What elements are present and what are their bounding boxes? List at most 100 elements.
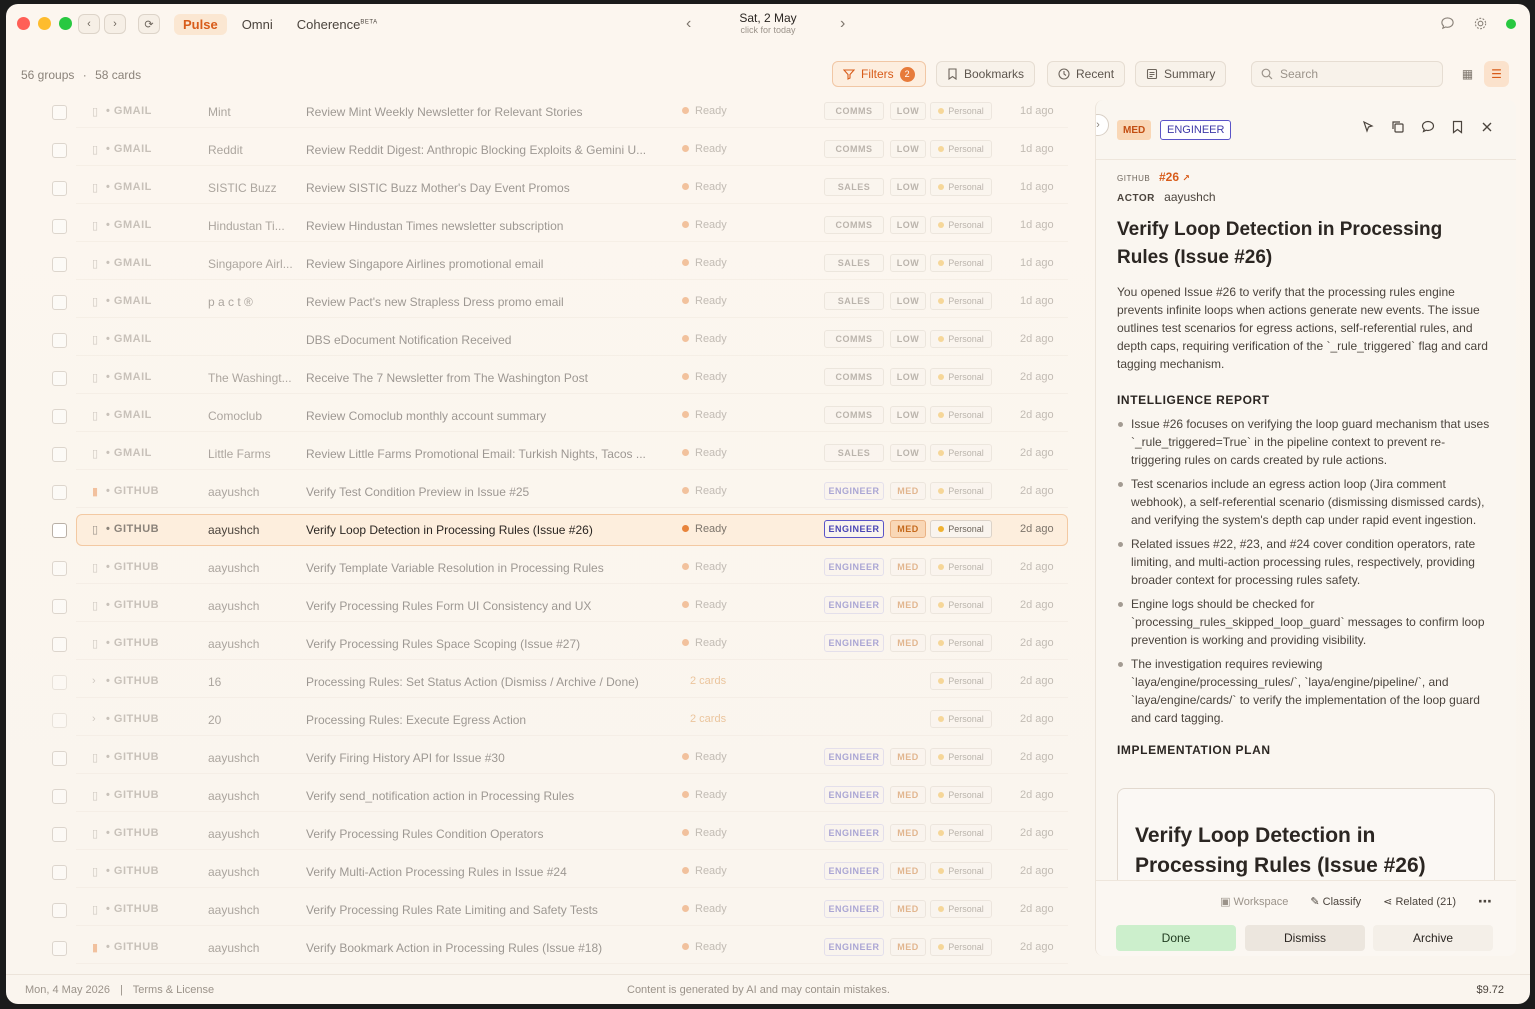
bookmark-icon[interactable]: ▯ <box>92 333 98 346</box>
row-card-count[interactable]: 2 cards <box>690 713 726 725</box>
row-title[interactable]: Review Mint Weekly Newsletter for Releva… <box>306 105 674 119</box>
row-title[interactable]: Verify Processing Rules Rate Limiting an… <box>306 903 674 917</box>
row-checkbox[interactable] <box>52 409 67 424</box>
dismiss-button[interactable]: Dismiss <box>1245 925 1365 951</box>
row-checkbox[interactable] <box>52 675 67 690</box>
table-row[interactable]: ▯ • GITHUB aayushch Verify send_notificatio… <box>6 777 1084 815</box>
row-checkbox[interactable] <box>52 295 67 310</box>
row-title[interactable]: Review Pact's new Strapless Dress promo … <box>306 295 674 309</box>
row-title[interactable]: Review Reddit Digest: Anthropic Blocking… <box>306 143 674 157</box>
table-row[interactable]: ▯ • GMAIL Comoclub Review Comoclub monthly … <box>6 397 1084 435</box>
row-title[interactable]: Processing Rules: Execute Egress Action <box>306 713 674 727</box>
close-icon[interactable] <box>1480 120 1494 134</box>
recent-button[interactable]: Recent <box>1047 61 1126 87</box>
table-row[interactable]: ▯ • GMAIL Little Farms Review Little Farms … <box>6 435 1084 473</box>
bookmark-icon[interactable]: ▯ <box>92 447 98 460</box>
bookmark-icon[interactable]: ▯ <box>92 599 98 612</box>
tab-omni[interactable]: Omni <box>233 14 282 35</box>
bookmark-icon[interactable]: ▯ <box>92 409 98 422</box>
related-link[interactable]: ⋖ Related (21) <box>1383 895 1456 908</box>
search-input[interactable]: Search <box>1251 61 1443 87</box>
chevron-right-icon[interactable]: › <box>92 675 96 687</box>
bookmark-icon[interactable]: ▮ <box>92 941 98 954</box>
table-row[interactable]: ▯ • GMAIL p a c t ® Review Pact's new Strap… <box>6 283 1084 321</box>
table-row[interactable]: ▮ • GITHUB aayushch Verify Bookmark Action … <box>6 929 1084 967</box>
date-picker[interactable]: Sat, 2 May click for today <box>736 11 800 35</box>
gear-icon[interactable] <box>1473 16 1488 31</box>
close-window-button[interactable] <box>17 17 30 30</box>
row-checkbox[interactable] <box>52 561 67 576</box>
row-checkbox[interactable] <box>52 485 67 500</box>
row-title[interactable]: Processing Rules: Set Status Action (Dis… <box>306 675 674 689</box>
table-row[interactable]: ▯ • GMAIL DBS eDocument Notification Recei… <box>6 321 1084 359</box>
table-row[interactable]: › • GITHUB 20 Processing Rules: Execute Egr… <box>6 701 1084 739</box>
bookmark-icon[interactable]: ▯ <box>92 637 98 650</box>
row-title[interactable]: DBS eDocument Notification Received <box>306 333 674 347</box>
tab-coherence[interactable]: CoherenceBETA <box>288 14 387 35</box>
filters-button[interactable]: Filters 2 <box>832 61 926 87</box>
table-row[interactable]: ▯ • GMAIL Reddit Review Reddit Digest: Anth… <box>6 131 1084 169</box>
row-checkbox[interactable] <box>52 865 67 880</box>
bookmark-icon[interactable]: ▯ <box>92 561 98 574</box>
row-checkbox[interactable] <box>52 181 67 196</box>
bookmark-icon[interactable]: ▯ <box>92 181 98 194</box>
row-checkbox[interactable] <box>52 789 67 804</box>
table-row[interactable]: › • GITHUB 16 Processing Rules: Set Status … <box>6 663 1084 701</box>
pointer-icon[interactable] <box>1361 120 1375 134</box>
row-checkbox[interactable] <box>52 447 67 462</box>
row-card-count[interactable]: 2 cards <box>690 675 726 687</box>
row-title[interactable]: Receive The 7 Newsletter from The Washin… <box>306 371 674 385</box>
row-title[interactable]: Verify Test Condition Preview in Issue #… <box>306 485 674 499</box>
table-row[interactable]: ▯ • GITHUB aayushch Verify Processing Rules… <box>6 815 1084 853</box>
row-checkbox[interactable] <box>52 333 67 348</box>
row-title[interactable]: Review Singapore Airlines promotional em… <box>306 257 674 271</box>
bookmark-icon[interactable]: ▯ <box>92 219 98 232</box>
row-title[interactable]: Verify Multi-Action Processing Rules in … <box>306 865 674 879</box>
row-title[interactable]: Verify Processing Rules Condition Operat… <box>306 827 674 841</box>
comment-icon[interactable] <box>1421 120 1435 134</box>
row-title[interactable]: Review Comoclub monthly account summary <box>306 409 674 423</box>
row-title[interactable]: Verify Firing History API for Issue #30 <box>306 751 674 765</box>
copy-icon[interactable] <box>1391 120 1405 134</box>
issue-link[interactable]: #26 ↗ <box>1159 170 1190 184</box>
bookmarks-button[interactable]: Bookmarks <box>936 61 1036 87</box>
done-button[interactable]: Done <box>1116 925 1236 951</box>
row-checkbox[interactable] <box>52 371 67 386</box>
row-checkbox[interactable] <box>52 523 67 538</box>
row-title[interactable]: Verify Template Variable Resolution in P… <box>306 561 674 575</box>
bookmark-icon[interactable]: ▯ <box>92 523 98 536</box>
minimize-window-button[interactable] <box>38 17 51 30</box>
table-row[interactable]: ▯ • GITHUB aayushch Verify Processing Rules… <box>6 587 1084 625</box>
table-row[interactable]: ▮ • GITHUB aayushch Verify Test Condition P… <box>6 473 1084 511</box>
table-row[interactable]: ▯ • GMAIL The Washingt... Receive The 7 New… <box>6 359 1084 397</box>
table-row[interactable]: ▯ • GMAIL Singapore Airl... Review Singapor… <box>6 245 1084 283</box>
bookmark-icon[interactable]: ▯ <box>92 295 98 308</box>
row-checkbox[interactable] <box>52 219 67 234</box>
table-row[interactable]: ▯ • GMAIL Hindustan Ti... Review Hindustan … <box>6 207 1084 245</box>
bookmark-icon[interactable]: ▯ <box>92 789 98 802</box>
back-button[interactable]: ‹ <box>78 14 100 34</box>
forward-button[interactable]: › <box>104 14 126 34</box>
row-title[interactable]: Verify Loop Detection in Processing Rule… <box>306 523 674 537</box>
row-checkbox[interactable] <box>52 105 67 120</box>
bookmark-icon[interactable]: ▯ <box>92 751 98 764</box>
workspace-link[interactable]: ▣ Workspace <box>1220 895 1288 908</box>
table-row[interactable]: ▯ • GITHUB aayushch Verify Processing Rules… <box>6 625 1084 663</box>
row-checkbox[interactable] <box>52 257 67 272</box>
bookmark-icon[interactable]: ▯ <box>92 865 98 878</box>
collapse-panel-button[interactable]: › <box>1096 114 1109 136</box>
chevron-right-icon[interactable]: › <box>92 713 96 725</box>
table-row[interactable]: ▯ • GITHUB aayushch Verify Processing Rules… <box>6 891 1084 929</box>
prev-day-button[interactable]: ‹ <box>686 15 691 33</box>
row-checkbox[interactable] <box>52 143 67 158</box>
row-title[interactable]: Verify Bookmark Action in Processing Rul… <box>306 941 674 955</box>
table-row[interactable]: ▯ • GITHUB aayushch Verify Template Variabl… <box>6 549 1084 587</box>
row-checkbox[interactable] <box>52 903 67 918</box>
table-row[interactable]: ▯ • GITHUB aayushch Verify Multi-Action Pro… <box>6 853 1084 891</box>
row-title[interactable]: Verify Processing Rules Space Scoping (I… <box>306 637 674 651</box>
table-row[interactable]: ▯ • GITHUB aayushch Verify Loop Detection i… <box>6 511 1084 549</box>
row-checkbox[interactable] <box>52 637 67 652</box>
archive-button[interactable]: Archive <box>1373 925 1493 951</box>
bookmark-icon[interactable]: ▮ <box>92 485 98 498</box>
summary-button[interactable]: Summary <box>1135 61 1227 87</box>
